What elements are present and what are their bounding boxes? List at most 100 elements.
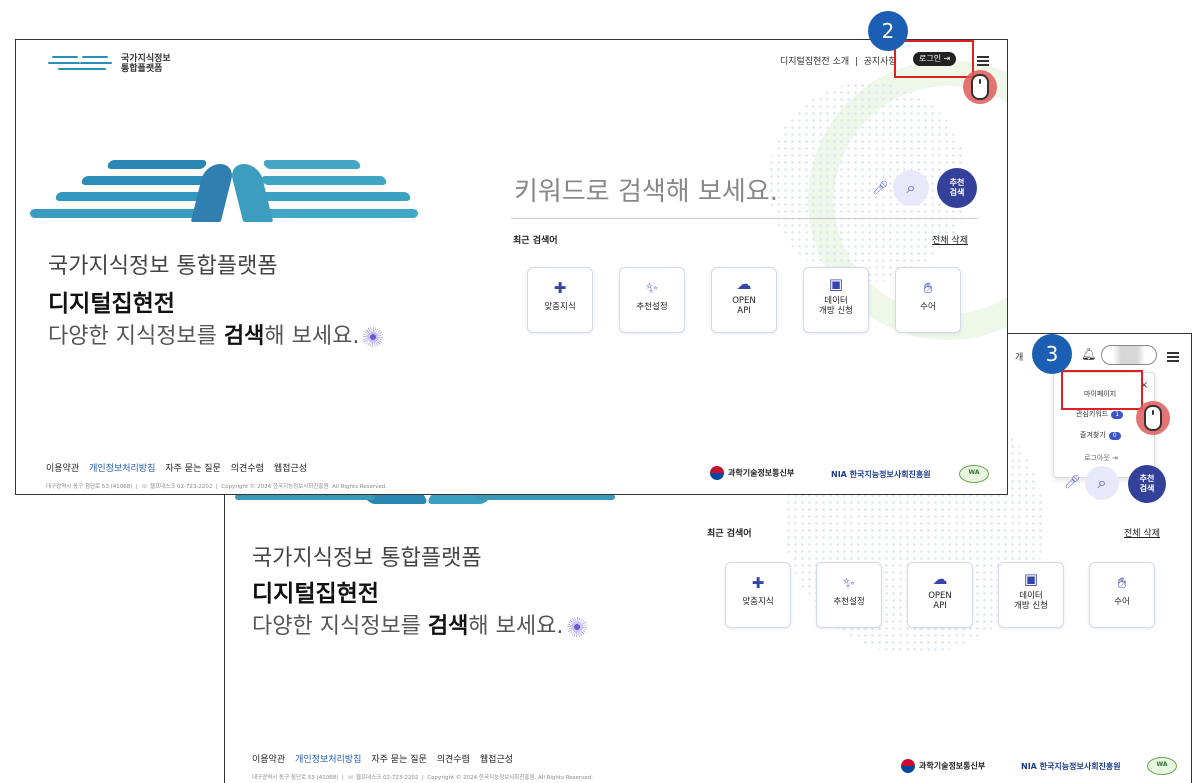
web-accessibility-mark: WA — [1147, 757, 1177, 775]
favorites-label: 즐겨찾기 — [1080, 431, 1106, 439]
recommend-search-button[interactable]: 추천 검색 — [1128, 465, 1166, 503]
mouse-icon — [971, 74, 989, 100]
menu-icon[interactable] — [977, 56, 989, 66]
taegeuk-icon — [710, 466, 724, 480]
hero-title-line1: 국가지식정보 통합플랫폼 — [252, 546, 482, 571]
api-cloud-icon: ☁ — [736, 275, 752, 293]
footer-helpdesk: 헬프데스크 02-723-2202 — [149, 484, 213, 490]
search-icon: ⌕ — [1097, 473, 1107, 492]
taegeuk-icon — [901, 759, 915, 773]
user-avatar-button[interactable] — [1101, 345, 1157, 365]
search-icon: ⌕ — [906, 178, 916, 197]
nia-logo: NIA 한국지능정보사회진흥원 — [1021, 761, 1121, 772]
card-sign-language[interactable]: ✋︎ 수어 — [1089, 562, 1155, 628]
card-label: 수어 — [1114, 597, 1130, 607]
ministry-name: 과학기술정보통신부 — [919, 761, 986, 771]
card-label: 추천설정 — [636, 302, 668, 312]
footer-link-terms[interactable]: 이용약관 — [252, 755, 285, 765]
card-recommend-settings[interactable]: ✨︎ 추천설정 — [619, 267, 685, 333]
footer-link-feedback[interactable]: 의견수렴 — [437, 755, 470, 765]
web-accessibility-mark: WA — [959, 465, 989, 483]
magic-wand-icon: ✨︎ — [842, 574, 856, 592]
footer-link-faq[interactable]: 자주 묻는 질문 — [371, 755, 426, 765]
hand-icon: ✋︎ — [923, 279, 933, 297]
site-logo-text[interactable]: 국가지식정보 통합플랫폼 — [121, 54, 171, 74]
clear-all-link[interactable]: 전체 삭제 — [932, 233, 968, 246]
nav-notice-link[interactable]: 공지사항 — [864, 57, 897, 67]
card-label: 추천설정 — [833, 597, 865, 607]
card-custom-knowledge[interactable]: ✚ 맞춤지식 — [527, 267, 593, 333]
card-label: 맞춤지식 — [742, 597, 774, 607]
hero-line3-bold: 검색 — [223, 324, 265, 349]
search-underline — [511, 218, 978, 219]
hero-title-line3: 다양한 지식정보를 검색해 보세요. — [252, 608, 588, 640]
search-button[interactable]: ⌕ — [893, 170, 929, 206]
puzzle-icon: ✚ — [751, 574, 765, 592]
hero-line3-pre: 다양한 지식정보를 — [48, 324, 224, 349]
footer-helpdesk: 헬프데스크 02-723-2202 — [355, 775, 419, 781]
mouse-icon — [1144, 405, 1162, 431]
footer-link-feedback[interactable]: 의견수렴 — [231, 464, 264, 474]
sparkle-icon — [363, 327, 384, 347]
card-sign-language[interactable]: ✋︎ 수어 — [895, 267, 961, 333]
logout-label: 로그아웃 — [1084, 454, 1110, 462]
magic-wand-icon: ✨︎ — [645, 279, 659, 297]
footer-link-privacy[interactable]: 개인정보처리방침 — [89, 464, 155, 474]
brand-line1: 국가지식정보 — [121, 54, 171, 64]
hero-title-line3: 다양한 지식정보를 검색해 보세요. — [48, 318, 384, 350]
sparkle-icon — [567, 617, 588, 637]
card-data-request[interactable]: ▣ 데이터 개방 신청 — [998, 562, 1064, 628]
data-folder-icon: ▣ — [1023, 570, 1039, 588]
logout-link[interactable]: 로그아웃 ⇥ — [1084, 453, 1118, 463]
nia-full: 한국지능정보사회진흥원 — [849, 470, 931, 479]
nia-short: NIA — [831, 470, 847, 479]
card-label: OPEN API — [928, 591, 952, 611]
search-button[interactable]: ⌕ — [1085, 466, 1119, 500]
highlight-mypage — [1061, 370, 1143, 410]
ministry-name: 과학기술정보통신부 — [728, 468, 795, 478]
footer-links: 이용약관 개인정보처리방침 자주 묻는 질문 의견수렴 웹접근성 — [46, 461, 317, 474]
puzzle-icon: ✚ — [553, 279, 567, 297]
nav-intro-link[interactable]: 디지털집현전 소개 — [780, 57, 849, 67]
footer-link-accessibility[interactable]: 웹접근성 — [480, 755, 513, 765]
card-custom-knowledge[interactable]: ✚ 맞춤지식 — [725, 562, 791, 628]
phone-icon: ☏ — [141, 484, 149, 490]
card-open-api[interactable]: ☁ OPEN API — [711, 267, 777, 333]
card-label: 데이터 개방 신청 — [1014, 591, 1048, 611]
nav-intro-partial[interactable]: 개 — [1015, 350, 1023, 363]
microphone-icon[interactable]: 🎤︎ — [1064, 475, 1081, 491]
favorites-count-badge: 0 — [1108, 432, 1121, 440]
site-logo-mark[interactable] — [46, 54, 116, 72]
card-label: 수어 — [920, 302, 936, 312]
hero-line3-post: 해 보세요. — [264, 324, 360, 349]
menu-icon[interactable] — [1167, 352, 1179, 362]
nia-logo: NIA 한국지능정보사회진흥원 — [831, 469, 931, 480]
favorites-link[interactable]: 즐겨찾기 0 — [1080, 430, 1121, 440]
microphone-icon[interactable]: 🎤︎ — [872, 181, 889, 197]
footer-address-line: 대구광역시 동구 첨단로 53 (41068) | ☏ 헬프데스크 02-723… — [46, 484, 388, 490]
footer-link-accessibility[interactable]: 웹접근성 — [274, 464, 307, 474]
footer-link-faq[interactable]: 자주 묻는 질문 — [165, 464, 220, 474]
card-label: OPEN API — [732, 296, 756, 316]
bell-icon[interactable]: 🔔︎ — [1081, 347, 1096, 361]
hero-title-line2: 디지털집현전 — [252, 581, 379, 607]
footer-link-privacy[interactable]: 개인정보처리방침 — [295, 755, 361, 765]
card-data-request[interactable]: ▣ 데이터 개방 신청 — [803, 267, 869, 333]
clear-all-link[interactable]: 전체 삭제 — [1124, 526, 1160, 539]
footer-link-terms[interactable]: 이용약관 — [46, 464, 79, 474]
keywords-link[interactable]: 관심키워드 1 — [1076, 409, 1124, 419]
nia-short: NIA — [1021, 762, 1037, 771]
search-input[interactable]: 키워드로 검색해 보세요. — [514, 171, 778, 208]
ministry-logo: 과학기술정보통신부 — [901, 759, 985, 773]
hand-icon: ✋︎ — [1117, 574, 1127, 592]
footer-address: 대구광역시 동구 첨단로 53 (41068) — [252, 775, 339, 781]
card-open-api[interactable]: ☁ OPEN API — [907, 562, 973, 628]
recommend-label-1: 추천 — [1139, 474, 1155, 483]
card-recommend-settings[interactable]: ✨︎ 추천설정 — [816, 562, 882, 628]
keywords-label: 관심키워드 — [1076, 410, 1109, 418]
keywords-count-badge: 1 — [1111, 411, 1124, 419]
footer-address: 대구광역시 동구 첨단로 53 (41068) — [46, 484, 133, 490]
nav-divider: | — [854, 57, 858, 67]
recommend-label-1: 추천 — [949, 178, 965, 187]
recommend-search-button[interactable]: 추천 검색 — [937, 168, 977, 208]
